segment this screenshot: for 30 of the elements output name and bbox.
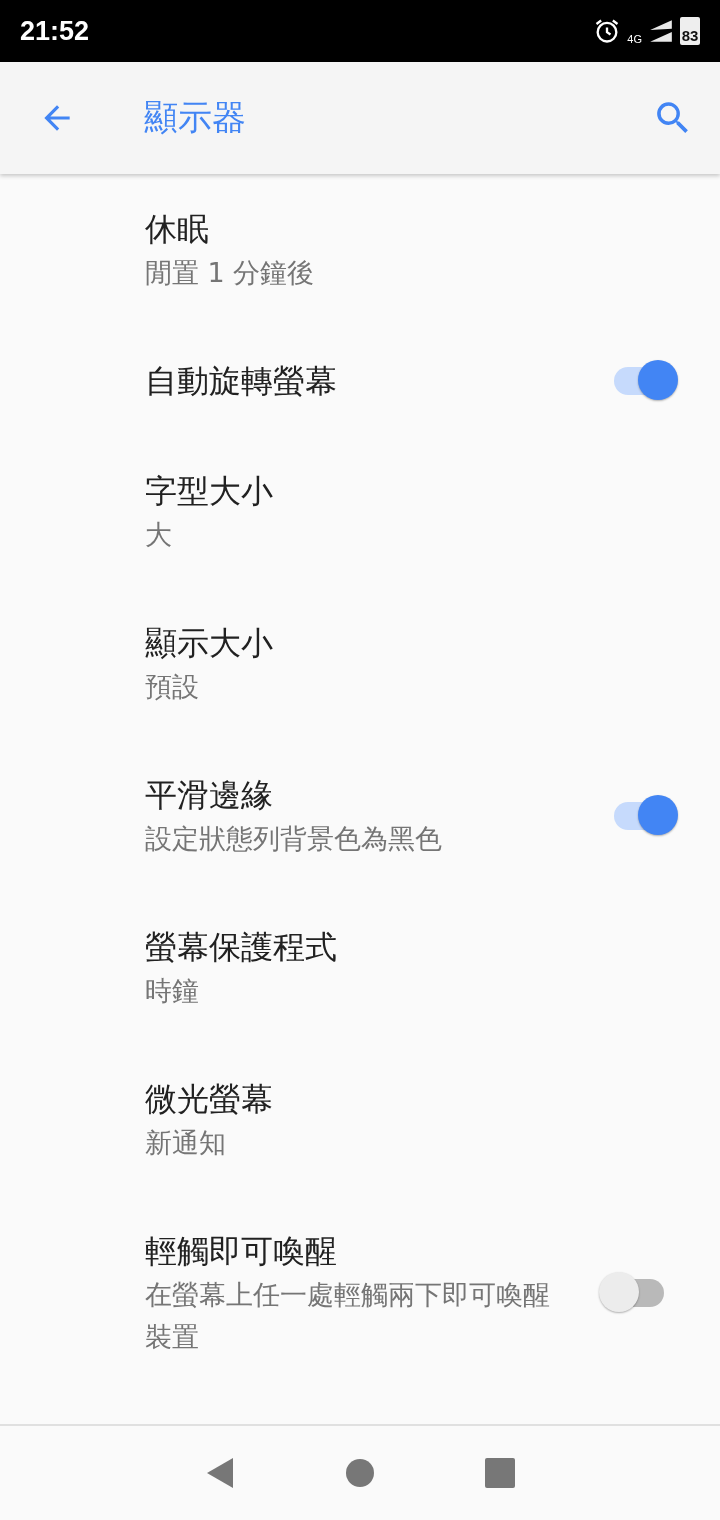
setting-item[interactable]: 字型大小 大 xyxy=(0,436,720,588)
battery-level: 83 xyxy=(681,27,699,45)
signal-icon xyxy=(648,18,674,44)
home-icon[interactable] xyxy=(345,1458,375,1488)
setting-title: 顯示大小 xyxy=(145,623,274,664)
setting-summary: 設定狀態列背景色為黑色 xyxy=(145,822,443,856)
setting-item[interactable]: 平滑邊緣 設定狀態列背景色為黑色 xyxy=(0,740,720,892)
setting-title: 微光螢幕 xyxy=(145,1079,274,1120)
clock-time: 21:52 xyxy=(20,15,90,47)
setting-summary: 預設 xyxy=(145,670,200,704)
setting-title: 輕觸即可喚醒 xyxy=(145,1231,338,1272)
setting-item[interactable]: 微光螢幕 新通知 xyxy=(0,1044,720,1196)
setting-item[interactable]: 輕觸即可喚醒 在螢幕上任一處輕觸兩下即可喚醒裝置 xyxy=(0,1196,720,1390)
setting-title: 平滑邊緣 xyxy=(145,775,274,816)
setting-item[interactable]: 顯示大小 預設 xyxy=(0,588,720,740)
setting-summary: 閒置 1 分鐘後 xyxy=(145,256,316,290)
setting-title: 休眠 xyxy=(145,209,210,250)
setting-title: 螢幕保護程式 xyxy=(145,927,338,968)
setting-item[interactable]: 螢幕保護程式 時鐘 xyxy=(0,892,720,1044)
setting-summary: 新通知 xyxy=(145,1126,227,1160)
setting-summary: 大 xyxy=(145,518,173,552)
setting-title: 字型大小 xyxy=(145,471,274,512)
setting-item[interactable]: 自動旋轉螢幕 xyxy=(0,326,720,436)
setting-title: 自動旋轉螢幕 xyxy=(145,361,338,402)
network-type: 4G xyxy=(627,33,642,45)
setting-summary: 在螢幕上任一處輕觸兩下即可喚醒裝置 xyxy=(145,1278,551,1354)
setting-item[interactable]: 休眠 閒置 1 分鐘後 xyxy=(0,174,720,326)
setting-summary: 時鐘 xyxy=(145,974,200,1008)
back-icon[interactable] xyxy=(205,1456,235,1490)
screen-title: 顯示器 xyxy=(144,96,247,139)
